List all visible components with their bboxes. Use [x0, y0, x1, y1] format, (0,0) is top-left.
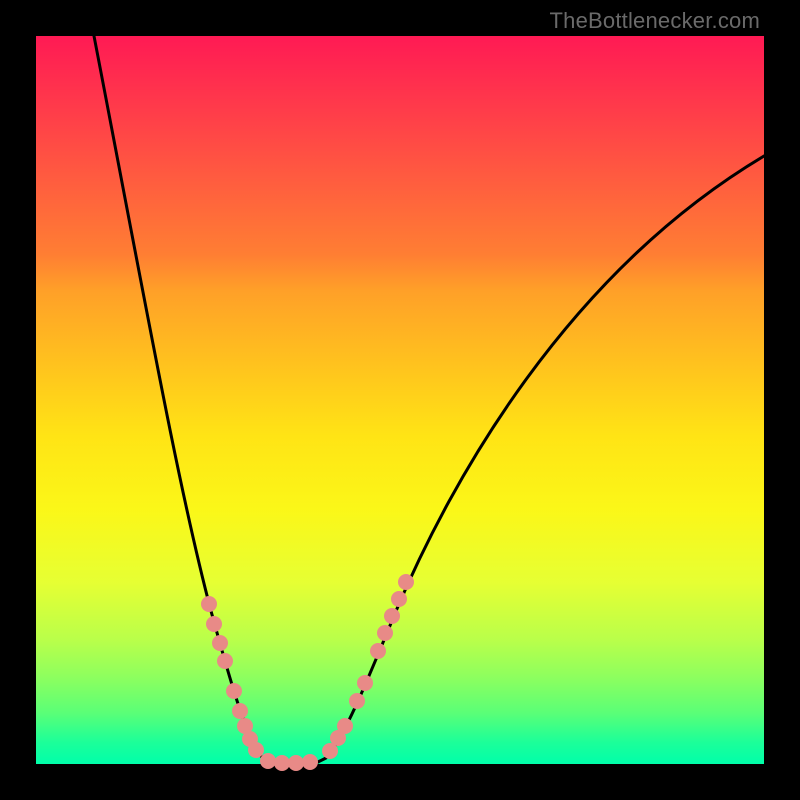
marker-dot — [302, 754, 318, 770]
marker-dot — [274, 755, 290, 771]
marker-dot — [260, 753, 276, 769]
curve-right — [316, 156, 764, 763]
marker-dot — [377, 625, 393, 641]
marker-dot — [226, 683, 242, 699]
marker-dot — [384, 608, 400, 624]
marker-dot — [248, 742, 264, 758]
marker-dot — [288, 755, 304, 771]
marker-dot — [398, 574, 414, 590]
marker-dot — [232, 703, 248, 719]
marker-dot — [337, 718, 353, 734]
marker-dot — [349, 693, 365, 709]
marker-dot — [357, 675, 373, 691]
watermark-text: TheBottlenecker.com — [550, 8, 760, 34]
marker-dot — [391, 591, 407, 607]
marker-dot — [201, 596, 217, 612]
curve-left — [94, 36, 268, 763]
marker-dot — [217, 653, 233, 669]
marker-dot — [206, 616, 222, 632]
marker-dot — [212, 635, 228, 651]
marker-dot — [370, 643, 386, 659]
